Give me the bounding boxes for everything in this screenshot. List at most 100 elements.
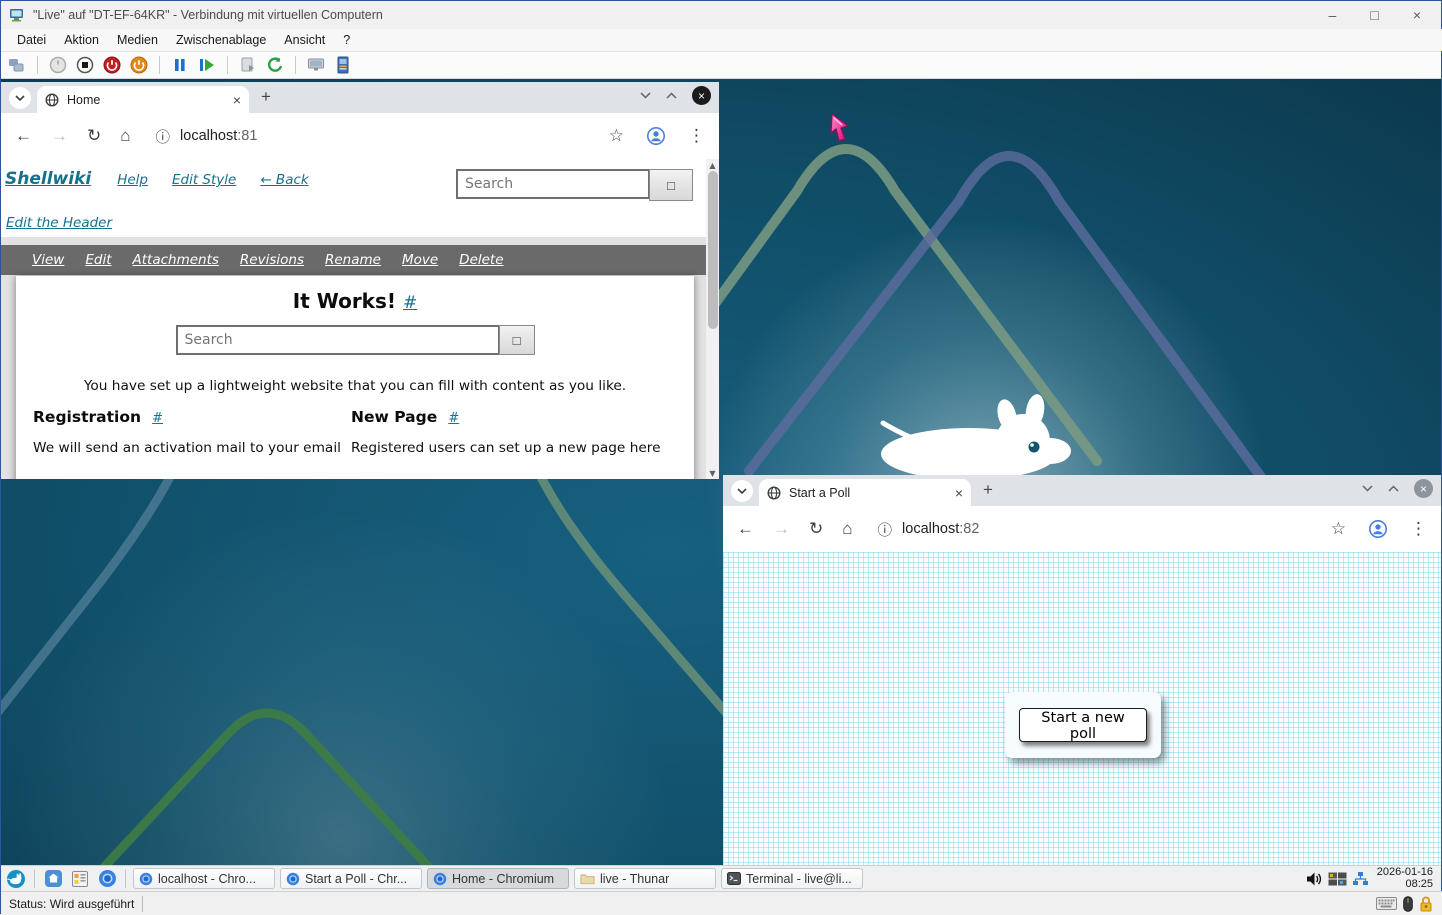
content-search-input[interactable] <box>176 325 500 355</box>
task-button-start-a-poll[interactable]: Start a Poll - Chr... <box>280 868 422 889</box>
task-button-home-chromium[interactable]: Home - Chromium <box>427 868 569 889</box>
applications-menu-button[interactable] <box>5 868 27 890</box>
file-manager-launcher[interactable] <box>42 868 64 890</box>
wiki-help-link[interactable]: Help <box>117 172 148 188</box>
network-icon[interactable] <box>1352 871 1369 886</box>
tab-home[interactable]: Home × <box>37 86 249 113</box>
chromium-launcher[interactable] <box>96 868 118 890</box>
home-icon[interactable]: ⌂ <box>842 519 852 539</box>
scrollbar-thumb[interactable] <box>708 171 718 329</box>
tab-strip: Home × + × <box>1 82 719 113</box>
menu-ansicht[interactable]: Ansicht <box>276 31 333 49</box>
wiki-nav-rename[interactable]: Rename <box>325 252 381 268</box>
task-button-localhost[interactable]: localhost - Chro... <box>133 868 275 889</box>
vm-window-icon <box>9 7 25 23</box>
console-icon[interactable] <box>306 55 326 75</box>
revert-icon[interactable] <box>265 55 285 75</box>
tab-close-icon[interactable]: × <box>233 92 241 108</box>
wiki-nav-move[interactable]: Move <box>402 252 438 268</box>
chevron-down-icon[interactable] <box>1362 485 1373 492</box>
menu-datei[interactable]: Datei <box>9 31 54 49</box>
scroll-up-arrow[interactable]: ▲ <box>706 159 719 171</box>
save-vm-icon[interactable] <box>129 55 149 75</box>
menu-zwischenablage[interactable]: Zwischenablage <box>168 31 274 49</box>
folder-icon <box>580 872 595 885</box>
wiki-nav-revisions[interactable]: Revisions <box>240 252 304 268</box>
task-button-thunar[interactable]: live - Thunar <box>574 868 716 889</box>
clock[interactable]: 2026-01-1608:25 <box>1377 867 1433 890</box>
forward-icon[interactable]: → <box>773 519 790 539</box>
close-window-button[interactable]: × <box>692 86 711 105</box>
vm-toolbar <box>1 51 1441 79</box>
pause-vm-icon[interactable] <box>170 55 190 75</box>
checkpoint-icon[interactable] <box>238 55 258 75</box>
app-window-launcher[interactable] <box>69 868 91 890</box>
wiki-nav-edit[interactable]: Edit <box>85 252 111 268</box>
close-button[interactable]: × <box>1413 1 1421 29</box>
start-new-poll-button[interactable]: Start a new poll <box>1019 708 1147 742</box>
browser-window-home: Home × + × ← → ↻ ⌂ ⓘ localhost:81 ☆ <box>1 82 719 479</box>
chevron-up-icon[interactable] <box>1388 485 1399 492</box>
chevron-down-icon[interactable] <box>640 92 651 99</box>
section-anchor-link[interactable]: # <box>448 411 459 426</box>
task-button-terminal[interactable]: Terminal - live@li... <box>721 868 863 889</box>
enhanced-session-icon[interactable] <box>333 55 353 75</box>
menu-help[interactable]: ? <box>335 31 358 49</box>
reload-icon[interactable]: ↻ <box>809 519 823 539</box>
resume-vm-icon[interactable] <box>197 55 217 75</box>
vm-window-controls: – □ × <box>1329 1 1421 29</box>
mouse-cursor <box>828 113 852 145</box>
wiki-edit-style-link[interactable]: Edit Style <box>172 172 236 188</box>
home-icon[interactable]: ⌂ <box>120 126 130 146</box>
scroll-down-arrow[interactable]: ▼ <box>706 467 719 479</box>
tab-close-icon[interactable]: × <box>955 485 963 501</box>
wiki-nav-delete[interactable]: Delete <box>459 252 503 268</box>
turn-off-vm-icon[interactable] <box>75 55 95 75</box>
wiki-brand-link[interactable]: Shellwiki <box>5 169 91 189</box>
edit-header-link[interactable]: Edit the Header <box>6 215 112 231</box>
chevron-up-icon[interactable] <box>666 92 677 99</box>
wiki-back-link[interactable]: ← Back <box>260 172 308 188</box>
title-anchor-link[interactable]: # <box>403 293 417 313</box>
ctrl-alt-del-icon[interactable] <box>7 55 27 75</box>
bookmark-star-icon[interactable]: ☆ <box>1331 519 1346 539</box>
menu-medien[interactable]: Medien <box>109 31 166 49</box>
new-tab-button[interactable]: + <box>261 87 271 107</box>
tab-search-button[interactable] <box>9 87 31 109</box>
info-icon[interactable]: ⓘ <box>156 126 171 147</box>
minimize-button[interactable]: – <box>1329 1 1337 29</box>
section-anchor-link[interactable]: # <box>152 411 163 426</box>
wiki-nav-attachments[interactable]: Attachments <box>133 252 219 268</box>
back-icon[interactable]: ← <box>15 126 32 146</box>
address-bar[interactable]: ⓘ localhost:81 <box>156 126 258 147</box>
volume-icon[interactable] <box>1306 871 1323 887</box>
menu-aktion[interactable]: Aktion <box>56 31 107 49</box>
profile-avatar-icon[interactable] <box>1368 519 1388 539</box>
close-window-button[interactable]: × <box>1414 479 1433 498</box>
tab-search-button[interactable] <box>731 480 753 502</box>
address-bar[interactable]: ⓘ localhost:82 <box>878 519 980 540</box>
whisker-menu-icon <box>6 869 26 889</box>
wiki-search-button[interactable]: □ <box>649 169 693 201</box>
browser-menu-icon[interactable]: ⋮ <box>1410 519 1427 539</box>
wiki-nav-view[interactable]: View <box>32 252 64 268</box>
new-tab-button[interactable]: + <box>983 480 993 500</box>
tab-start-a-poll[interactable]: Start a Poll × <box>759 479 971 506</box>
forward-icon[interactable]: → <box>51 126 68 146</box>
browser-menu-icon[interactable]: ⋮ <box>688 126 705 146</box>
profile-avatar-icon[interactable] <box>646 126 666 146</box>
start-vm-icon[interactable] <box>48 55 68 75</box>
scrollbar[interactable]: ▲ ▼ <box>706 159 719 479</box>
workspace-pager-icon[interactable] <box>1328 872 1347 886</box>
shut-down-vm-icon[interactable] <box>102 55 122 75</box>
vm-statusbar: Status: Wird ausgeführt <box>1 891 1442 915</box>
maximize-button[interactable]: □ <box>1370 1 1378 29</box>
wiki-search-input[interactable] <box>456 169 650 199</box>
back-icon[interactable]: ← <box>737 519 754 539</box>
bookmark-star-icon[interactable]: ☆ <box>609 126 624 146</box>
section-heading: Registration <box>33 408 141 426</box>
content-search-button[interactable]: □ <box>499 325 535 355</box>
vm-window-title: "Live" auf "DT-EF-64KR" - Verbindung mit… <box>33 8 383 22</box>
reload-icon[interactable]: ↻ <box>87 126 101 146</box>
info-icon[interactable]: ⓘ <box>878 519 893 540</box>
